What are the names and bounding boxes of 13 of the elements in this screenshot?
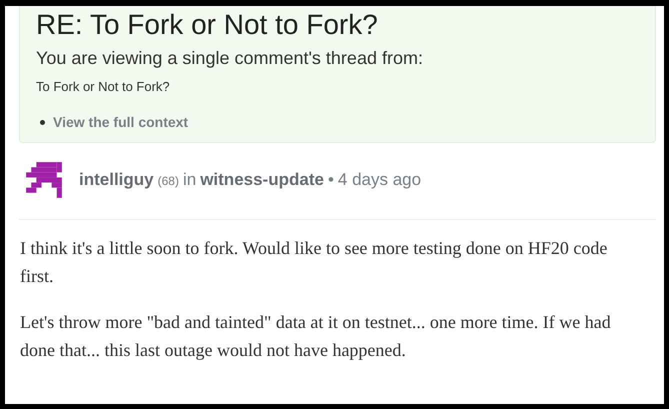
comment-title: RE: To Fork or Not to Fork? <box>36 8 379 42</box>
reputation-score: (68) <box>158 174 179 188</box>
parent-post-title: To Fork or Not to Fork? <box>36 79 171 94</box>
category-link[interactable]: witness-update <box>200 170 324 190</box>
author-name[interactable]: intelliguy <box>79 170 154 190</box>
bullet-icon <box>40 120 45 124</box>
separator: • <box>328 170 334 190</box>
thread-intro: You are viewing a single comment's thread from: <box>36 48 424 69</box>
full-context-link[interactable]: View the full context <box>53 114 188 130</box>
comment-paragraph: Let's throw more "bad and tainted" data at it on testnet... one more time. If we had done that... this last outage would not have happened. <box>20 311 612 362</box>
comment-paragraph: I think it's a little soon to fork. Would like to see more testing done on HF20 code first. <box>20 237 608 288</box>
post-time: 4 days ago <box>338 170 422 190</box>
in-label: in <box>182 170 196 190</box>
